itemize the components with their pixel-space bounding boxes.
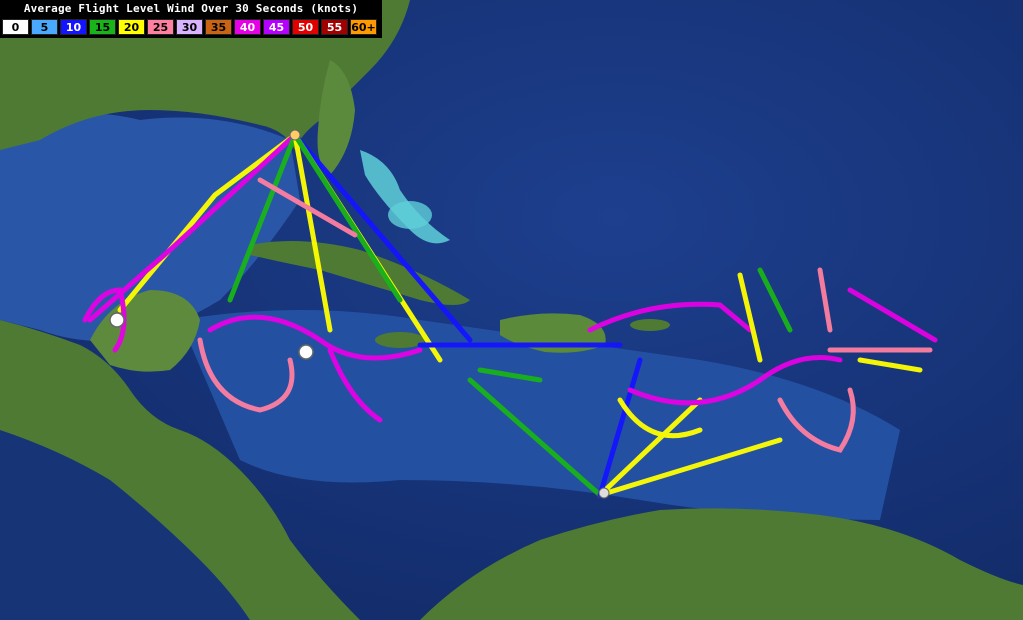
legend-bin-15: 15 xyxy=(89,19,116,35)
airport-marker-cayman[interactable] xyxy=(298,344,314,360)
legend-bin-20: 20 xyxy=(118,19,145,35)
wind-speed-legend: Average Flight Level Wind Over 30 Second… xyxy=(0,0,382,38)
bahamas-shoal-2 xyxy=(388,201,432,229)
legend-bins: 0 5 10 15 20 25 30 35 40 45 50 55 60+ xyxy=(2,19,379,35)
legend-bin-45: 45 xyxy=(263,19,290,35)
legend-bin-30: 30 xyxy=(176,19,203,35)
legend-bin-0: 0 xyxy=(2,19,29,35)
legend-bin-60plus: 60+ xyxy=(350,19,377,35)
legend-bin-25: 25 xyxy=(147,19,174,35)
satellite-map[interactable] xyxy=(0,0,1023,620)
legend-bin-50: 50 xyxy=(292,19,319,35)
airport-marker-curacao[interactable] xyxy=(598,487,610,499)
airport-marker-florida[interactable] xyxy=(289,129,301,141)
legend-bin-35: 35 xyxy=(205,19,232,35)
legend-bin-40: 40 xyxy=(234,19,261,35)
legend-bin-55: 55 xyxy=(321,19,348,35)
puerto-rico xyxy=(630,319,670,331)
legend-bin-5: 5 xyxy=(31,19,58,35)
airport-marker-yucatan[interactable] xyxy=(109,312,125,328)
jamaica xyxy=(375,332,425,348)
legend-title: Average Flight Level Wind Over 30 Second… xyxy=(23,2,359,15)
legend-bin-10: 10 xyxy=(60,19,87,35)
